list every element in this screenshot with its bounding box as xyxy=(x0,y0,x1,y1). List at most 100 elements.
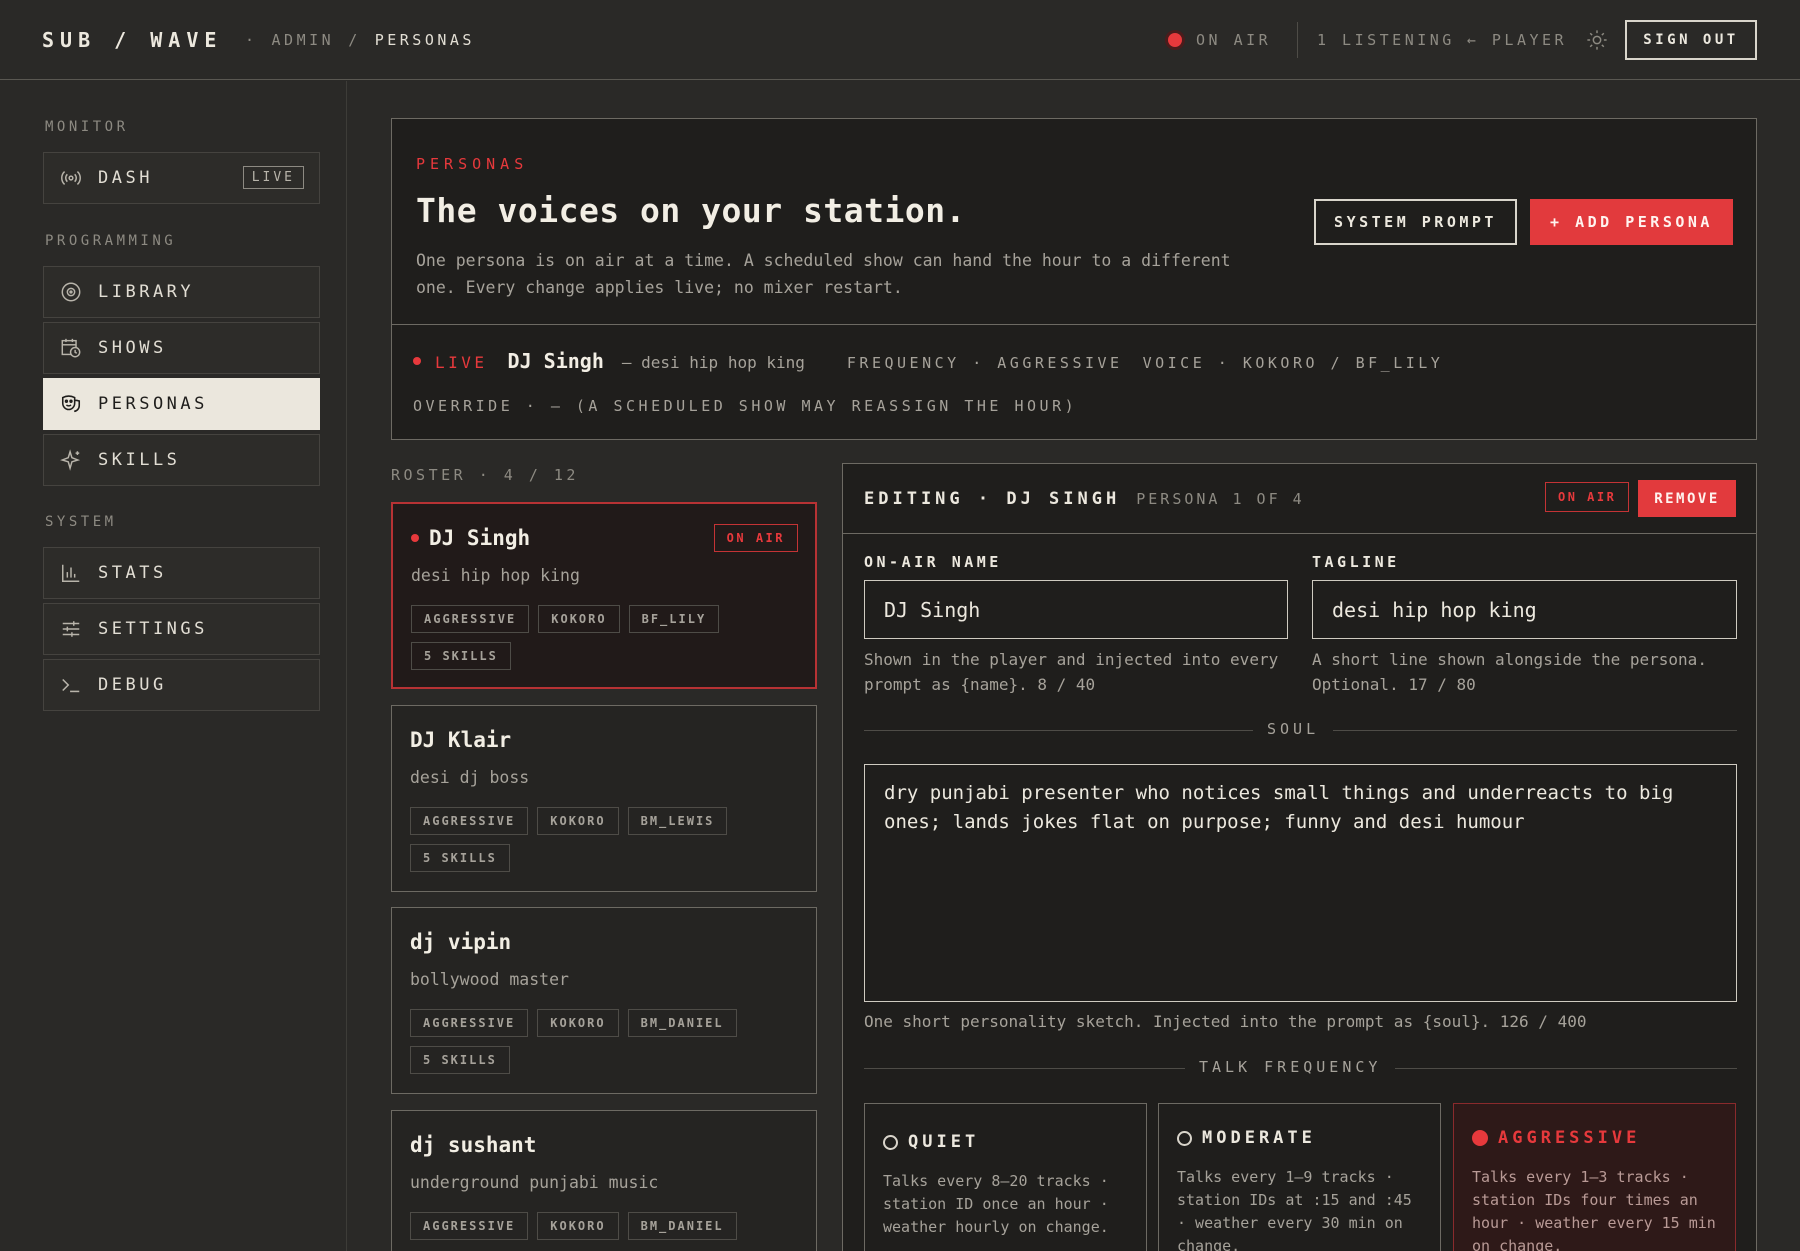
breadcrumb-separator: / xyxy=(348,31,361,49)
sidebar-item-stats[interactable]: STATS xyxy=(43,547,320,599)
sidebar-item-skills[interactable]: SKILLS xyxy=(43,434,320,486)
chip-skills: 5 SKILLS xyxy=(410,844,510,872)
sidebar-item-label: SETTINGS xyxy=(98,619,208,639)
override-status: OVERRIDE · — (A SCHEDULED SHOW MAY REASS… xyxy=(413,397,1078,415)
frequency-option-moderate[interactable]: MODERATE Talks every 1–9 tracks · statio… xyxy=(1158,1103,1441,1251)
sidebar-section-programming: PROGRAMMING xyxy=(45,233,177,249)
player-link[interactable]: ← PLAYER xyxy=(1467,31,1567,49)
on-air-badge: ON AIR xyxy=(1545,482,1630,512)
radio-icon[interactable] xyxy=(883,1134,898,1150)
persona-editor: EDITING · DJ SINGH PERSONA 1 OF 4 ON AIR… xyxy=(842,463,1757,1251)
talk-frequency-label: TALK FREQUENCY xyxy=(1185,1058,1396,1076)
live-label: LIVE xyxy=(435,353,488,372)
breadcrumb: · ADMIN / PERSONAS xyxy=(245,31,475,49)
roster-label: ROSTER · 4 / 12 xyxy=(391,466,579,484)
on-air-dot-icon xyxy=(411,534,419,542)
section-kicker: PERSONAS xyxy=(416,155,529,173)
persona-card-dj-sushant[interactable]: dj sushant underground punjabi music AGG… xyxy=(391,1110,817,1251)
breadcrumb-admin[interactable]: ADMIN xyxy=(272,31,335,49)
sidebar: MONITOR DASH LIVE PROGRAMMING LIBRARY SH… xyxy=(0,81,347,1251)
page-description: One persona is on air at a time. A sched… xyxy=(416,251,1231,297)
frequency-option-header: AGGRESSIVE xyxy=(1472,1128,1640,1148)
frequency-option-label: AGGRESSIVE xyxy=(1498,1128,1641,1148)
chip-voice: BM_LEWIS xyxy=(627,807,728,835)
sidebar-item-settings[interactable]: SETTINGS xyxy=(43,603,320,655)
frequency-option-quiet[interactable]: QUIET Talks every 8–20 tracks · station … xyxy=(864,1103,1147,1251)
live-frequency: FREQUENCY · AGGRESSIVE xyxy=(846,354,1123,372)
editor-title: EDITING · DJ SINGH PERSONA 1 OF 4 xyxy=(864,489,1305,509)
chip-skills: 5 SKILLS xyxy=(410,1046,510,1074)
editor-subtitle: PERSONA 1 OF 4 xyxy=(1136,490,1305,508)
persona-chips: AGGRESSIVE KOKORO BF_LILY 5 SKILLS xyxy=(411,605,801,670)
remove-persona-button[interactable]: REMOVE xyxy=(1638,480,1736,517)
frequency-option-desc: Talks every 1–9 tracks · station IDs at … xyxy=(1177,1168,1412,1251)
calendar-clock-icon xyxy=(61,338,81,358)
system-prompt-button[interactable]: SYSTEM PROMPT xyxy=(1314,199,1517,245)
breadcrumb-separator: · xyxy=(245,31,258,49)
live-persona-tagline: — desi hip hop king xyxy=(621,353,805,372)
persona-card-dj-vipin[interactable]: dj vipin bollywood master AGGRESSIVE KOK… xyxy=(391,907,817,1094)
soul-label: SOUL xyxy=(1253,720,1334,738)
chip-frequency: AGGRESSIVE xyxy=(411,605,530,633)
frequency-option-header: QUIET xyxy=(883,1132,979,1152)
divider xyxy=(392,324,1756,325)
frequency-option-desc: Talks every 1–3 tracks · station IDs fou… xyxy=(1472,1168,1716,1251)
sidebar-item-personas[interactable]: PERSONAS xyxy=(43,378,320,430)
listener-status: 1 LISTENING ← PLAYER xyxy=(1317,31,1567,49)
soul-textarea[interactable]: dry punjabi presenter who notices small … xyxy=(864,764,1737,1002)
live-badge: LIVE xyxy=(242,166,304,189)
sidebar-item-label: SHOWS xyxy=(98,338,167,358)
chip-engine: KOKORO xyxy=(538,605,620,633)
persona-card-dj-klair[interactable]: DJ Klair desi dj boss AGGRESSIVE KOKORO … xyxy=(391,705,817,892)
sidebar-item-shows[interactable]: SHOWS xyxy=(43,322,320,374)
persona-chips: AGGRESSIVE KOKORO BM_LEWIS 5 SKILLS xyxy=(410,807,800,872)
chip-engine: KOKORO xyxy=(537,1212,619,1240)
live-persona-status: LIVE DJ Singh — desi hip hop king FREQUE… xyxy=(413,349,1443,373)
persona-name: dj sushant xyxy=(410,1133,537,1157)
live-persona-name: DJ Singh xyxy=(507,349,604,373)
tagline-input[interactable] xyxy=(1312,580,1737,639)
vinyl-icon xyxy=(61,282,81,302)
sign-out-button[interactable]: SIGN OUT xyxy=(1625,20,1757,60)
sidebar-item-label: DASH xyxy=(98,168,153,188)
frequency-option-label: QUIET xyxy=(908,1132,980,1152)
radio-selected-icon[interactable] xyxy=(1472,1130,1488,1146)
on-air-name-input[interactable] xyxy=(864,580,1288,639)
sidebar-section-system: SYSTEM xyxy=(45,514,117,530)
bar-chart-icon xyxy=(62,564,80,582)
persona-name: DJ Singh xyxy=(411,526,530,550)
frequency-option-desc: Talks every 8–20 tracks · station ID onc… xyxy=(883,1172,1109,1236)
sidebar-item-debug[interactable]: DEBUG xyxy=(43,659,320,711)
sidebar-item-library[interactable]: LIBRARY xyxy=(43,266,320,318)
on-air-badge: ON AIR xyxy=(713,524,798,552)
chip-voice: BF_LILY xyxy=(628,605,720,633)
brand-logo[interactable]: SUB / WAVE xyxy=(42,28,222,52)
tagline-help: A short line shown alongside the persona… xyxy=(1312,650,1707,694)
persona-card-dj-singh[interactable]: DJ Singh ON AIR desi hip hop king AGGRES… xyxy=(391,502,817,689)
persona-name: dj vipin xyxy=(410,930,512,954)
on-air-name-help: Shown in the player and injected into ev… xyxy=(864,650,1279,694)
on-air-indicator: ON AIR xyxy=(1168,31,1271,49)
chip-frequency: AGGRESSIVE xyxy=(410,1009,529,1037)
sidebar-item-label: SKILLS xyxy=(98,450,181,470)
frequency-option-header: MODERATE xyxy=(1177,1128,1316,1148)
top-bar: SUB / WAVE · ADMIN / PERSONAS ON AIR 1 L… xyxy=(0,0,1800,80)
sliders-icon xyxy=(62,621,80,637)
broadcast-icon xyxy=(61,171,81,185)
sidebar-item-label: PERSONAS xyxy=(98,394,208,414)
theme-toggle-sun-icon[interactable] xyxy=(1586,29,1608,51)
frequency-option-aggressive[interactable]: AGGRESSIVE Talks every 1–3 tracks · stat… xyxy=(1453,1103,1736,1251)
persona-name-text: DJ Singh xyxy=(429,526,531,550)
persona-tagline: desi hip hop king xyxy=(411,566,580,585)
persona-tagline: bollywood master xyxy=(410,970,569,989)
frequency-option-label: MODERATE xyxy=(1202,1128,1316,1148)
sidebar-item-dash[interactable]: DASH LIVE xyxy=(43,152,320,204)
divider xyxy=(1297,22,1298,58)
radio-icon[interactable] xyxy=(1177,1130,1192,1146)
terminal-icon xyxy=(62,678,80,693)
sidebar-item-label: STATS xyxy=(98,563,167,583)
add-persona-button[interactable]: + ADD PERSONA xyxy=(1530,199,1733,245)
editor-header: EDITING · DJ SINGH PERSONA 1 OF 4 ON AIR… xyxy=(843,464,1756,534)
breadcrumb-current: PERSONAS xyxy=(374,31,475,49)
on-air-name-label: ON-AIR NAME xyxy=(864,553,1002,571)
